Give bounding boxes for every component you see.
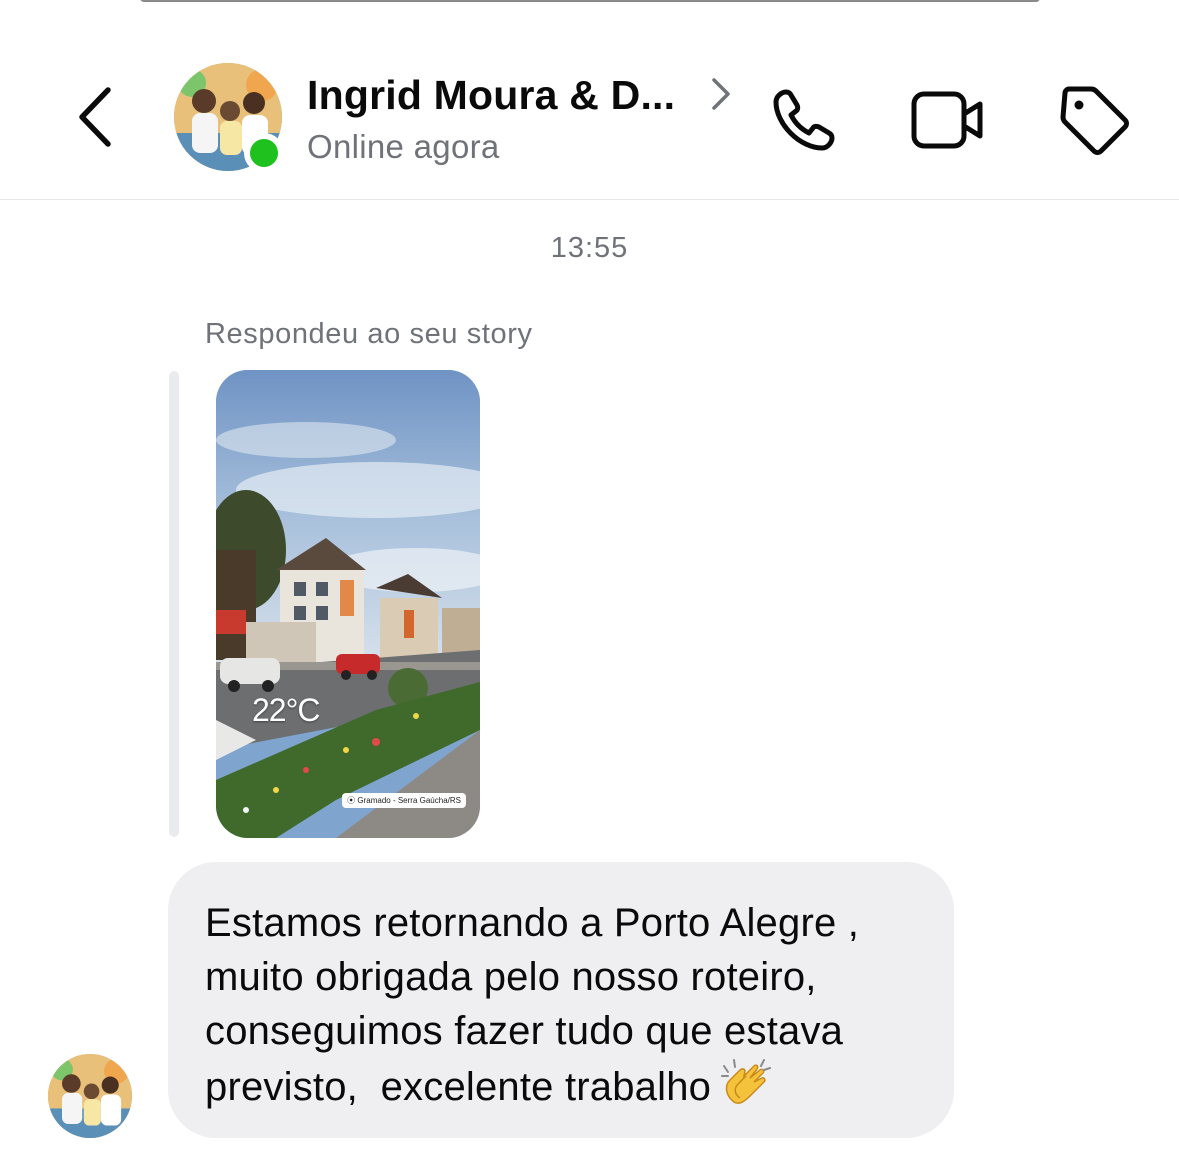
online-status-dot <box>244 133 284 173</box>
contact-avatar[interactable] <box>174 63 284 173</box>
tag-icon <box>1060 86 1129 155</box>
story-location-text: Gramado - Serra Gaúcha/RS <box>357 796 461 805</box>
message-timestamp: 13:55 <box>550 232 629 264</box>
label-button[interactable] <box>1054 80 1134 160</box>
message-bubble[interactable]: Estamos retornando a Porto Alegre , muit… <box>168 862 954 1138</box>
chevron-right-icon[interactable] <box>708 76 734 112</box>
chevron-left-icon <box>79 87 111 147</box>
chat-header: Ingrid Moura & D... Online agora <box>0 0 1179 200</box>
contact-name[interactable]: Ingrid Moura & D... <box>307 72 675 119</box>
clapping-hands-emoji <box>720 1059 771 1104</box>
back-button[interactable] <box>70 82 124 152</box>
location-pin-icon: ⦿ <box>347 796 356 805</box>
phone-icon <box>773 89 835 151</box>
reply-indicator-bar <box>169 371 179 837</box>
story-reply-label: Respondeu ao seu story <box>205 318 533 350</box>
sender-avatar[interactable] <box>48 1054 132 1138</box>
video-camera-icon <box>911 91 983 149</box>
contact-status: Online agora <box>307 128 500 165</box>
story-preview[interactable]: 22°C ⦿ Gramado - Serra Gaúcha/RS <box>216 370 480 838</box>
voice-call-button[interactable] <box>764 80 844 160</box>
story-location-sticker: ⦿ Gramado - Serra Gaúcha/RS <box>342 793 466 808</box>
story-temperature-sticker: 22°C <box>252 692 320 728</box>
video-call-button[interactable] <box>908 80 988 160</box>
story-photo <box>216 370 480 838</box>
